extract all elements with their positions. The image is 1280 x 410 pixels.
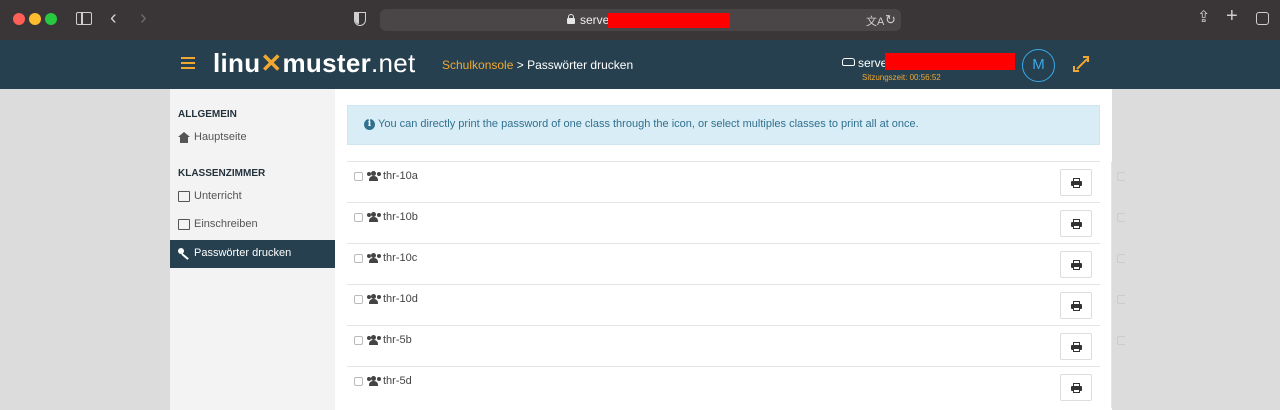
print-button[interactable]: [1060, 374, 1092, 401]
sidebar-item-label: Unterricht: [194, 190, 242, 202]
sidebar-item-hauptseite[interactable]: Hauptseite: [170, 124, 335, 152]
new-tab-icon[interactable]: +: [1226, 6, 1238, 26]
reload-icon[interactable]: ↻: [885, 12, 896, 28]
class-name: thr-10a: [383, 170, 418, 182]
back-icon[interactable]: ‹: [110, 8, 117, 28]
sidebar: ALLGEMEIN Hauptseite KLASSENZIMMER Unter…: [170, 89, 335, 410]
sidebar-section-title: ALLGEMEIN: [178, 109, 237, 120]
zoom-window-button[interactable]: [45, 13, 57, 25]
class-row: thr-10d: [347, 284, 1125, 326]
users-icon: [367, 294, 381, 304]
privacy-shield-icon[interactable]: [354, 12, 366, 26]
class-name: thr-10c: [383, 252, 418, 264]
menu-icon[interactable]: [181, 57, 195, 69]
redaction-box: [885, 53, 1015, 70]
session-time: Sitzungszeit: 00:56:52: [862, 73, 941, 82]
app-header: linu✕muster.net Schulkonsole > Passwörte…: [0, 40, 1280, 89]
key-icon: [178, 248, 190, 259]
users-icon: [367, 335, 381, 345]
lock-icon: [567, 14, 575, 24]
tab-overview-icon[interactable]: [1256, 12, 1269, 25]
logo[interactable]: linu✕muster.net: [213, 49, 416, 77]
sidebar-toggle-icon[interactable]: [76, 12, 92, 25]
users-icon: [367, 376, 381, 386]
printer-icon: [1071, 219, 1082, 229]
class-checkbox[interactable]: [354, 295, 363, 304]
logo-text-linu: linu: [213, 48, 261, 78]
printer-icon: [1071, 342, 1082, 352]
breadcrumb: Schulkonsole > Passwörter drucken: [442, 58, 633, 72]
users-icon: [367, 171, 381, 181]
print-button[interactable]: [1060, 292, 1092, 319]
hard-drive-icon: [842, 58, 855, 66]
users-icon: [367, 212, 381, 222]
printer-icon: [1071, 383, 1082, 393]
column-divider: [1111, 326, 1112, 367]
sidebar-item-unterricht[interactable]: Unterricht: [170, 183, 335, 211]
breadcrumb-separator: >: [513, 58, 528, 72]
print-button[interactable]: [1060, 333, 1092, 360]
class-row: thr-10b: [347, 202, 1125, 244]
class-checkbox-secondary[interactable]: [1117, 336, 1125, 345]
print-button[interactable]: [1060, 210, 1092, 237]
home-icon: [178, 132, 190, 143]
class-name: thr-5b: [383, 334, 412, 346]
forward-icon[interactable]: ›: [140, 8, 147, 28]
class-checkbox[interactable]: [354, 254, 363, 263]
monitor-icon: [178, 191, 190, 202]
logo-text-net: .net: [371, 48, 416, 78]
class-row: thr-10a: [347, 161, 1125, 203]
printer-icon: [1071, 260, 1082, 270]
class-checkbox[interactable]: [354, 336, 363, 345]
class-name: thr-10d: [383, 293, 418, 305]
redaction-box: [608, 13, 730, 28]
sidebar-item-label: Passwörter drucken: [194, 247, 292, 259]
info-circle-icon: i: [364, 119, 375, 130]
class-row: thr-5b: [347, 325, 1125, 367]
share-icon[interactable]: ⇪: [1197, 10, 1210, 26]
class-name: thr-5d: [383, 375, 412, 387]
column-divider: [1111, 244, 1112, 285]
class-checkbox-secondary[interactable]: [1117, 213, 1125, 222]
sidebar-section-title: KLASSENZIMMER: [178, 168, 266, 179]
class-checkbox-secondary[interactable]: [1117, 295, 1125, 304]
class-checkbox[interactable]: [354, 172, 363, 181]
sidebar-item-passwoerter-drucken[interactable]: Passwörter drucken: [170, 240, 335, 268]
print-button[interactable]: [1060, 169, 1092, 196]
class-checkbox[interactable]: [354, 377, 363, 386]
logo-x-icon: ✕: [260, 48, 283, 78]
class-checkbox[interactable]: [354, 213, 363, 222]
minimize-window-button[interactable]: [29, 13, 41, 25]
close-window-button[interactable]: [13, 13, 25, 25]
class-name: thr-10b: [383, 211, 418, 223]
sidebar-item-label: Hauptseite: [194, 131, 247, 143]
breadcrumb-root-link[interactable]: Schulkonsole: [442, 58, 513, 72]
logo-text-muster: muster: [282, 48, 372, 78]
class-checkbox-secondary[interactable]: [1117, 172, 1125, 181]
users-icon: [367, 253, 381, 263]
sidebar-item-label: Einschreiben: [194, 218, 258, 230]
sidebar-item-einschreiben[interactable]: Einschreiben: [170, 211, 335, 239]
info-text: You can directly print the password of o…: [378, 118, 919, 130]
browser-toolbar: ‹ › server ⽂A ↻ ⇪ +: [0, 0, 1280, 40]
column-divider: [1111, 367, 1112, 408]
breadcrumb-current: Passwörter drucken: [527, 58, 634, 72]
column-divider: [1111, 203, 1112, 244]
info-alert: i You can directly print the password of…: [347, 105, 1100, 145]
printer-icon: [1071, 178, 1082, 188]
fullscreen-expand-icon[interactable]: [1073, 56, 1089, 72]
class-checkbox-secondary[interactable]: [1117, 254, 1125, 263]
column-divider: [1111, 162, 1112, 203]
print-button[interactable]: [1060, 251, 1092, 278]
class-row: thr-10c: [347, 243, 1125, 285]
user-avatar-button[interactable]: M: [1022, 49, 1055, 82]
edit-icon: [178, 219, 190, 230]
column-divider: [1111, 285, 1112, 326]
class-row: thr-5d: [347, 366, 1112, 408]
address-bar[interactable]: server ⽂A ↻: [380, 9, 901, 31]
printer-icon: [1071, 301, 1082, 311]
main-content: i You can directly print the password of…: [335, 89, 1125, 410]
translate-icon[interactable]: ⽂A: [866, 13, 884, 29]
